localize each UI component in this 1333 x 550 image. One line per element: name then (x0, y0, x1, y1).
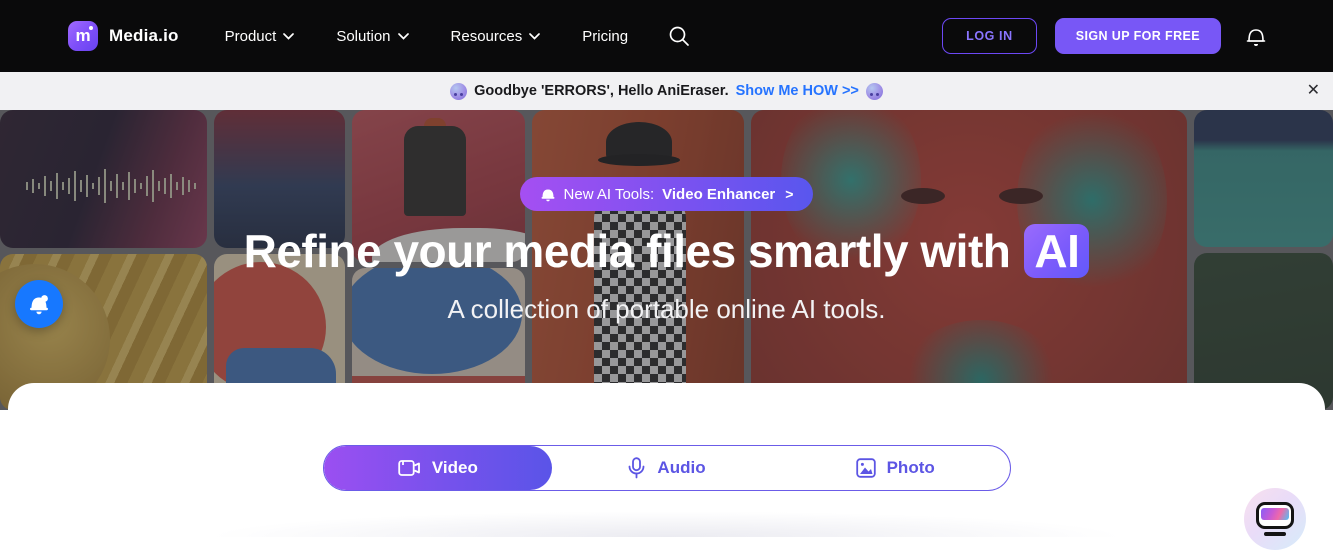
bell-icon (1245, 24, 1267, 48)
badge-arrow: > (785, 186, 793, 202)
brand-logo[interactable]: m Media.io (68, 21, 179, 51)
badge-prefix: New AI Tools: (564, 186, 655, 203)
search-icon (668, 25, 690, 47)
media-io-logo-icon: m (68, 21, 98, 51)
nav-item-solution[interactable]: Solution (336, 28, 408, 45)
chat-bubble-icon (1256, 502, 1294, 529)
logo-letter: m (75, 27, 90, 44)
hero-section: New AI Tools: Video Enhancer > Refine yo… (0, 110, 1333, 410)
chevron-down-icon (398, 33, 409, 40)
sign-up-button[interactable]: SIGN UP FOR FREE (1055, 18, 1221, 54)
tab-video[interactable]: Video (324, 446, 553, 490)
tab-audio[interactable]: Audio (552, 446, 781, 490)
chevron-down-icon (283, 33, 294, 40)
promo-message: Goodbye 'ERRORS', Hello AniEraser. (474, 83, 729, 99)
anieraser-emoji-icon (866, 83, 883, 100)
tab-label: Photo (887, 458, 935, 478)
logo-dot (89, 26, 93, 30)
tab-label: Video (432, 458, 478, 478)
chat-screen-gradient (1261, 508, 1289, 520)
new-ai-tools-badge[interactable]: New AI Tools: Video Enhancer > (520, 177, 814, 211)
top-navbar: m Media.io Product Solution Resources Pr… (0, 0, 1333, 72)
tools-card: Video Audio Photo (8, 383, 1325, 537)
nav-actions: LOG IN SIGN UP FOR FREE (942, 18, 1267, 54)
tab-label: Audio (657, 458, 705, 478)
nav-item-label: Pricing (582, 28, 628, 45)
nav-item-product[interactable]: Product (225, 28, 295, 45)
badge-highlight: Video Enhancer (662, 186, 775, 203)
nav-item-pricing[interactable]: Pricing (582, 28, 628, 45)
show-me-how-link[interactable]: Show Me HOW >> (736, 83, 859, 99)
bell-alert-icon (27, 292, 51, 317)
hero-title: Refine your media files smartly with AI (244, 224, 1090, 278)
brand-name: Media.io (109, 26, 179, 46)
close-icon[interactable]: ✕ (1307, 83, 1320, 99)
nav-menu: Product Solution Resources Pricing (225, 28, 628, 45)
chat-underline (1264, 532, 1286, 536)
notifications-button[interactable] (1245, 24, 1267, 48)
search-button[interactable] (668, 25, 690, 47)
hero-subtitle: A collection of portable online AI tools… (448, 294, 886, 325)
media-type-tabbar: Video Audio Photo (323, 445, 1011, 491)
nav-item-label: Resources (451, 28, 523, 45)
promo-banner: Goodbye 'ERRORS', Hello AniEraser. Show … (0, 72, 1333, 110)
tab-photo[interactable]: Photo (781, 446, 1010, 490)
microphone-icon (627, 457, 646, 479)
nav-item-label: Solution (336, 28, 390, 45)
chat-widget-button[interactable] (1244, 488, 1306, 550)
anieraser-emoji-icon (450, 83, 467, 100)
nav-item-label: Product (225, 28, 277, 45)
hero-title-text: Refine your media files smartly with (244, 224, 1011, 278)
log-in-button[interactable]: LOG IN (942, 18, 1037, 54)
notification-fab[interactable] (15, 280, 63, 328)
bell-icon (540, 186, 556, 203)
photo-icon (856, 458, 876, 478)
ai-highlight-chip: AI (1024, 224, 1089, 278)
chevron-down-icon (529, 33, 540, 40)
nav-item-resources[interactable]: Resources (451, 28, 541, 45)
hero-content: New AI Tools: Video Enhancer > Refine yo… (0, 110, 1333, 410)
video-camera-icon (398, 459, 421, 477)
